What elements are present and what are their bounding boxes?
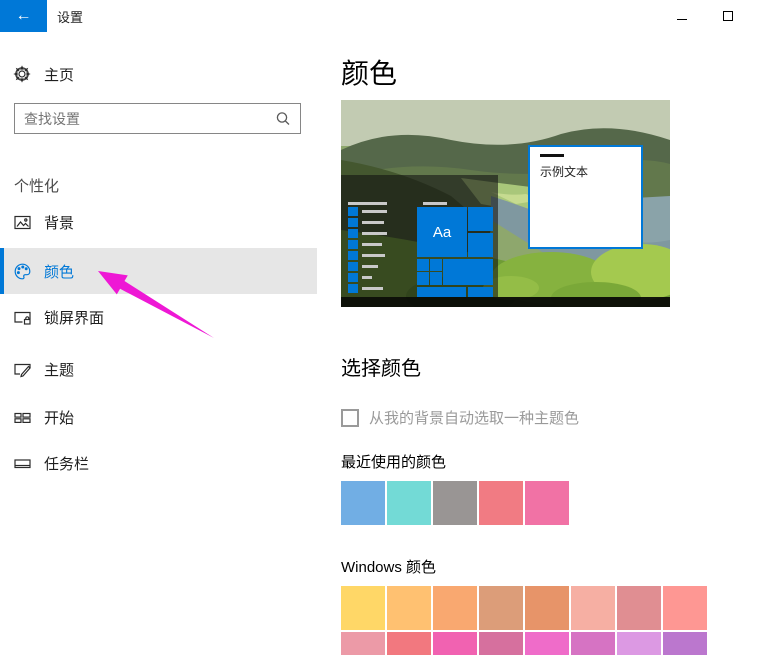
sidebar-item-taskbar[interactable]: 任务栏 [0, 440, 317, 486]
sample-window: 示例文本 [528, 145, 643, 249]
maximize-icon [723, 11, 733, 21]
color-swatch[interactable] [663, 632, 707, 655]
sidebar-item-label: 主页 [44, 64, 74, 85]
color-swatch[interactable] [571, 632, 615, 655]
color-swatch[interactable] [479, 632, 523, 655]
color-swatch[interactable] [341, 586, 385, 630]
color-swatch[interactable] [433, 632, 477, 655]
color-swatch[interactable] [525, 586, 569, 630]
taskbar-preview [341, 297, 670, 307]
sidebar-item-label: 锁屏界面 [44, 307, 104, 328]
auto-pick-label: 从我的背景自动选取一种主题色 [369, 407, 579, 428]
minimize-button[interactable] [659, 0, 705, 32]
sidebar-item-label: 背景 [44, 212, 74, 233]
maximize-button[interactable] [705, 0, 751, 32]
auto-pick-color-option[interactable]: 从我的背景自动选取一种主题色 [341, 407, 579, 428]
choose-color-heading: 选择颜色 [341, 352, 421, 381]
sidebar-item-background[interactable]: 背景 [0, 199, 317, 245]
color-swatch[interactable] [341, 481, 385, 525]
sample-text: 示例文本 [540, 163, 588, 180]
sidebar-item-label: 主题 [44, 359, 74, 380]
sidebar-item-home[interactable]: 主页 [0, 58, 317, 90]
recent-colors-row [341, 481, 569, 525]
color-swatch[interactable] [479, 481, 523, 525]
sidebar-item-lock-screen[interactable]: 锁屏界面 [0, 294, 317, 340]
palette-icon [14, 263, 31, 280]
settings-window: ← 设置 主页 个性 [0, 0, 768, 655]
color-swatch[interactable] [479, 586, 523, 630]
taskbar-icon [14, 455, 31, 472]
title-bar: ← 设置 [0, 0, 768, 32]
windows-colors-row-1 [341, 586, 707, 630]
sidebar-item-themes[interactable]: 主题 [0, 346, 317, 392]
color-swatch[interactable] [617, 632, 661, 655]
sidebar-item-label: 任务栏 [44, 453, 89, 474]
theme-icon [14, 361, 31, 378]
back-button[interactable]: ← [0, 0, 47, 32]
start-icon [14, 409, 31, 426]
search-input[interactable] [15, 111, 272, 127]
color-preview-image: Aa 示例文本 [341, 100, 670, 307]
page-title: 颜色 [341, 52, 397, 92]
color-swatch[interactable] [663, 586, 707, 630]
sidebar: 主页 个性化 背景 [0, 32, 317, 655]
back-arrow-icon: ← [16, 7, 32, 25]
color-swatch[interactable] [571, 586, 615, 630]
search-box[interactable] [14, 103, 301, 134]
image-icon [14, 214, 31, 231]
windows-colors-row-2 [341, 632, 707, 655]
sidebar-item-label: 开始 [44, 407, 74, 428]
color-swatch[interactable] [387, 632, 431, 655]
color-swatch[interactable] [525, 632, 569, 655]
window-title: 设置 [57, 0, 83, 32]
color-swatch[interactable] [433, 481, 477, 525]
color-swatch[interactable] [433, 586, 477, 630]
gear-icon [13, 65, 31, 83]
sidebar-item-label: 颜色 [44, 261, 74, 282]
minimize-icon [677, 19, 687, 20]
accent-tile: Aa [417, 207, 467, 257]
sidebar-section-header: 个性化 [14, 175, 59, 196]
color-swatch[interactable] [387, 586, 431, 630]
auto-pick-checkbox[interactable] [341, 409, 359, 427]
sidebar-item-colors[interactable]: 颜色 [0, 248, 317, 294]
search-icon [272, 108, 294, 130]
recent-colors-label: 最近使用的颜色 [341, 451, 446, 472]
color-swatch[interactable] [341, 632, 385, 655]
sidebar-item-start[interactable]: 开始 [0, 394, 317, 440]
sample-window-title-line [540, 154, 564, 157]
color-swatch[interactable] [617, 586, 661, 630]
start-menu-preview: Aa [341, 175, 498, 297]
lock-screen-icon [14, 309, 31, 326]
windows-colors-label: Windows 颜色 [341, 556, 436, 577]
color-swatch[interactable] [525, 481, 569, 525]
color-swatch[interactable] [387, 481, 431, 525]
